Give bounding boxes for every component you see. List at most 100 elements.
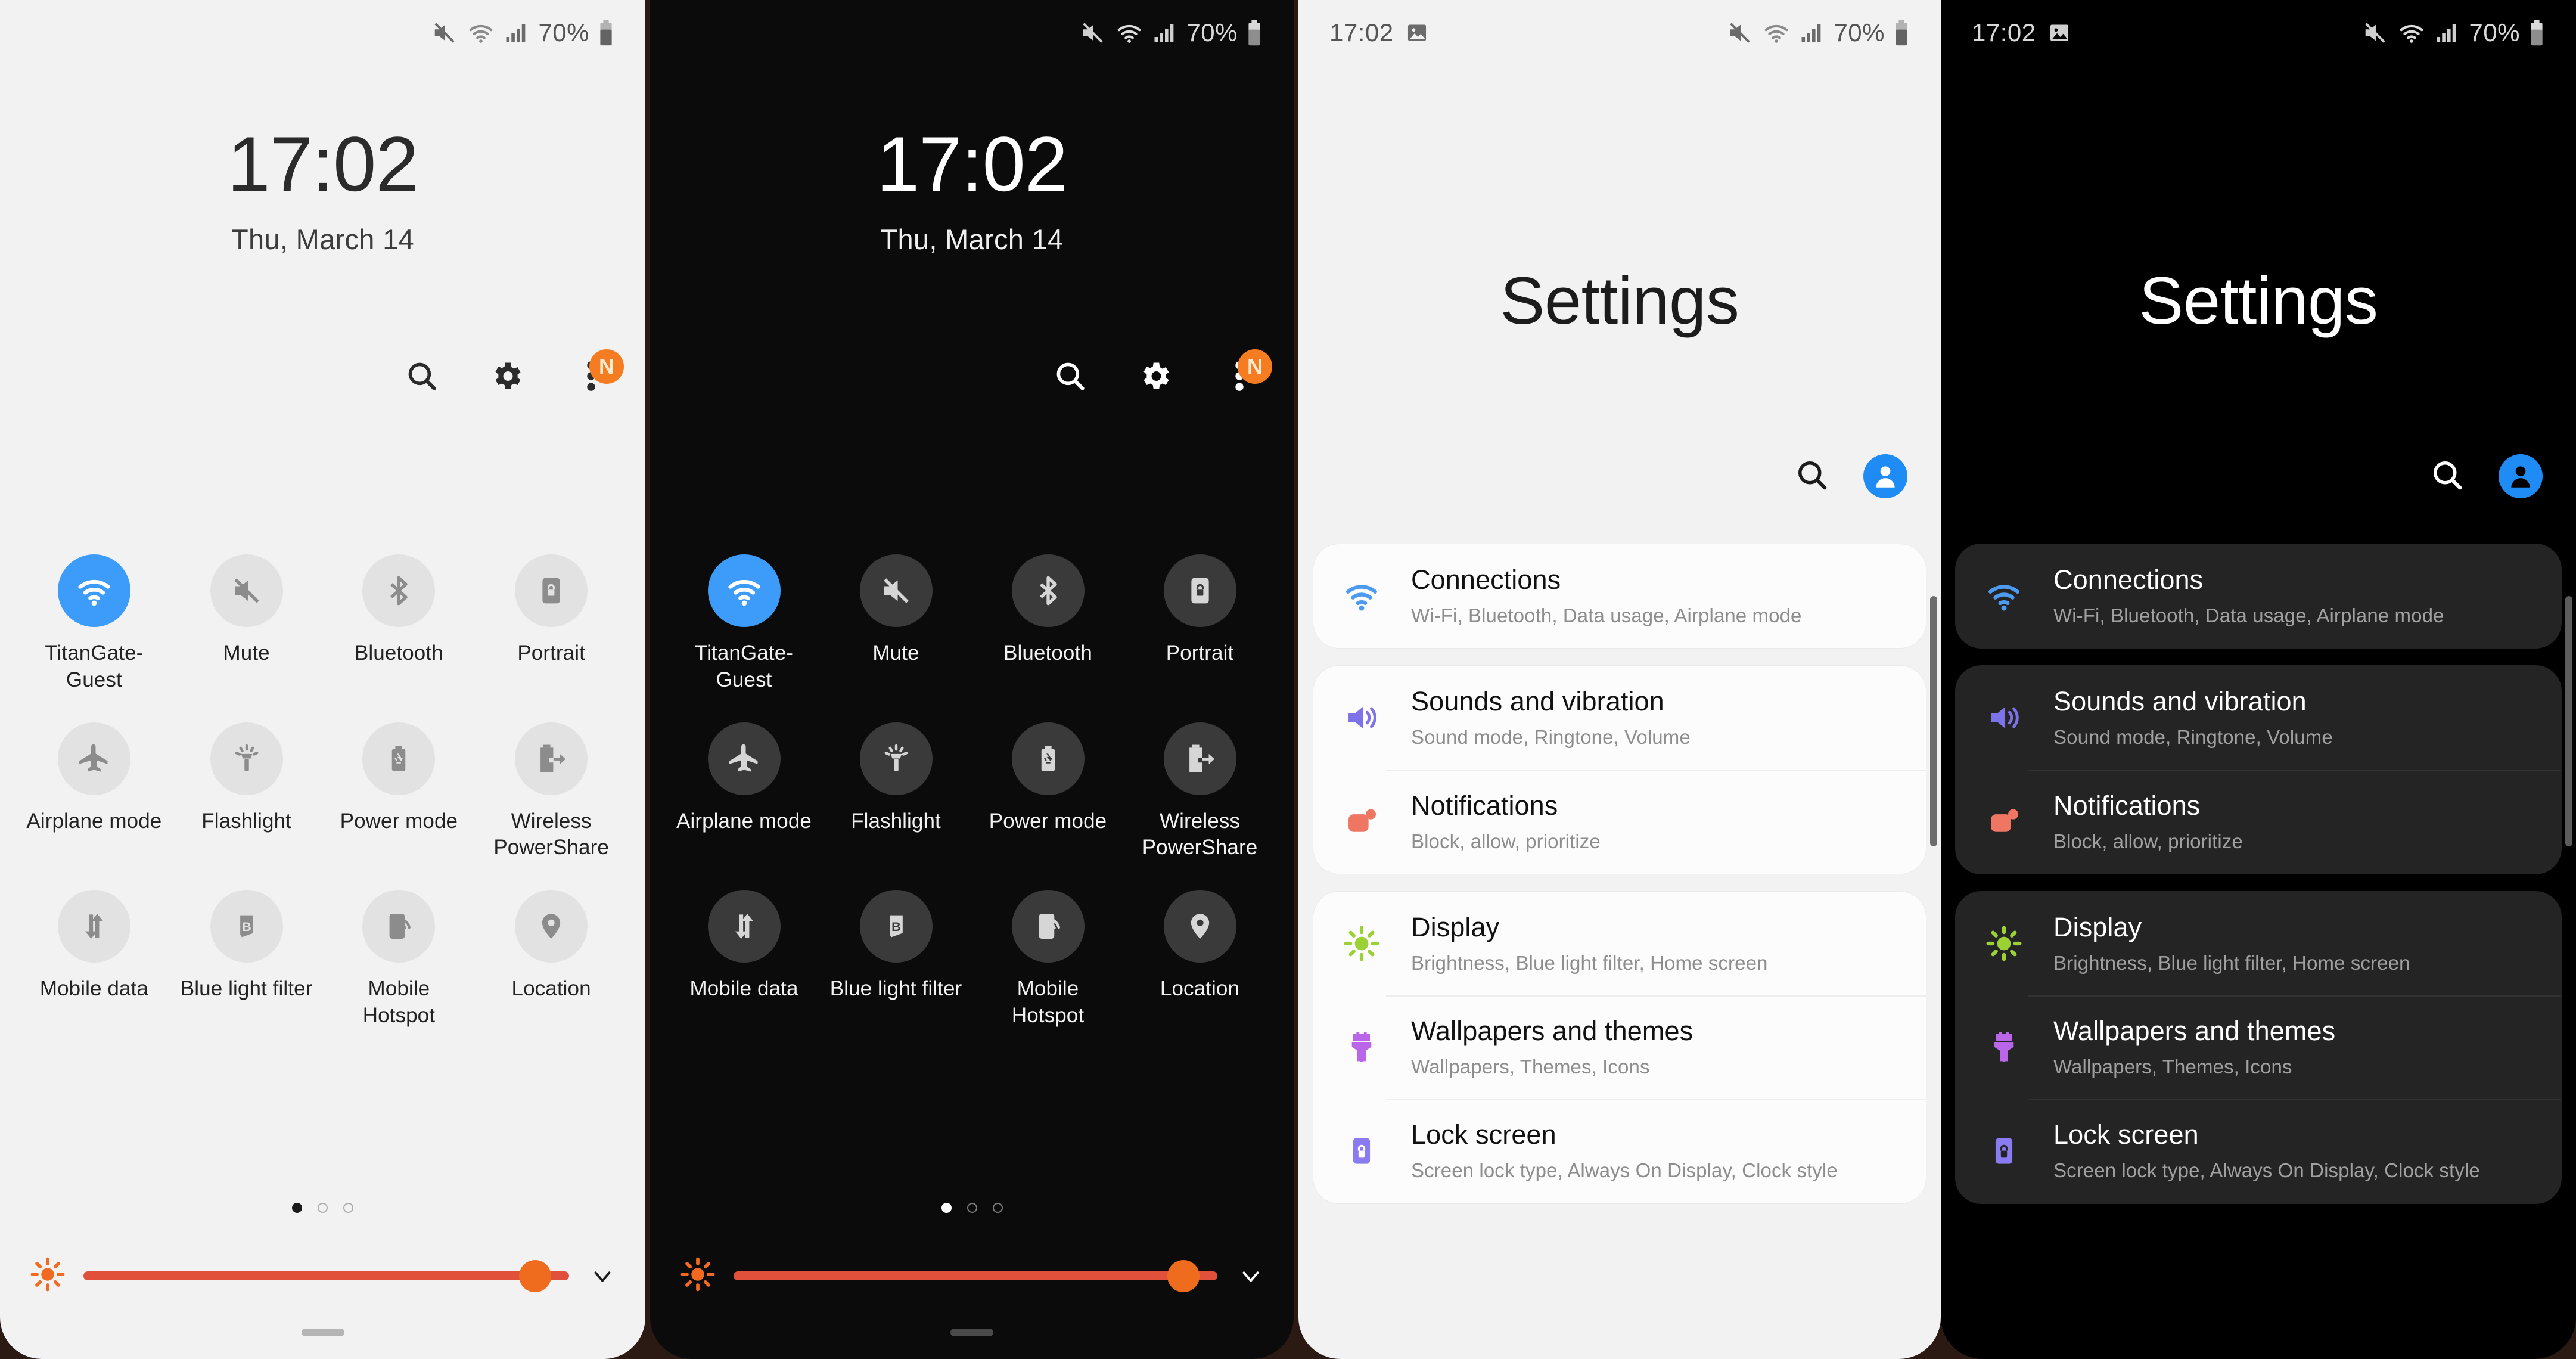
brightness-slider-thumb[interactable] <box>1167 1259 1200 1292</box>
search-icon[interactable] <box>1794 457 1830 496</box>
search-icon[interactable] <box>403 358 440 395</box>
brightness-slider-thumb[interactable] <box>518 1259 551 1292</box>
tile-wifi[interactable]: TitanGate-Guest <box>668 554 820 694</box>
page-title: Settings <box>1500 263 1739 338</box>
tile-blue-light-filter[interactable]: B Blue light filter <box>820 890 972 1029</box>
settings-row-sounds-and-vibration[interactable]: Sounds and vibration Sound mode, Rington… <box>1956 666 2561 770</box>
clock-time: 17:02 <box>876 120 1068 207</box>
brightness-slider[interactable] <box>83 1259 569 1292</box>
chevron-down-icon[interactable] <box>1235 1261 1266 1292</box>
quick-settings-tiles: TitanGate-Guest Mute Bluetooth Portrait <box>0 554 645 1029</box>
tile-label: Airplane mode <box>676 809 812 833</box>
clock-time: 17:02 <box>227 120 418 207</box>
status-time: 17:02 <box>1329 18 1394 46</box>
tile-bluetooth[interactable]: Bluetooth <box>323 554 476 694</box>
scrollbar[interactable] <box>2565 596 2572 846</box>
search-icon[interactable] <box>2429 457 2465 496</box>
page-dot[interactable] <box>292 1203 302 1213</box>
tile-label: Flashlight <box>201 809 292 833</box>
more-options-icon[interactable]: N <box>573 349 624 395</box>
settings-row-notifications[interactable]: Notifications Block, allow, prioritize <box>1313 770 1926 874</box>
tile-location[interactable]: Location <box>475 890 627 1029</box>
settings-row-title: Lock screen <box>1411 1119 1556 1150</box>
quick-settings-tiles: TitanGate-Guest Mute Bluetooth Portrait <box>650 554 1294 1029</box>
battery-percent-label: 70% <box>1834 18 1885 46</box>
settings-row-lock-screen[interactable]: Lock screen Screen lock type, Always On … <box>1313 1099 1926 1203</box>
tile-label: TitanGate-Guest <box>694 641 794 691</box>
brightness-slider[interactable] <box>734 1259 1217 1292</box>
tile-wireless-powershare[interactable]: Wireless PowerShare <box>1124 722 1276 862</box>
settings-panel-light: 17:02 70% Settings Connections Wi-Fi, Bl… <box>1298 0 1941 1359</box>
airplane-icon <box>707 722 781 795</box>
settings-row-notifications[interactable]: Notifications Block, allow, prioritize <box>1956 770 2561 874</box>
page-indicator-dots <box>650 1203 1294 1213</box>
flashlight-icon <box>859 722 933 795</box>
settings-row-title: Lock screen <box>2053 1119 2199 1150</box>
settings-row-connections[interactable]: Connections Wi-Fi, Bluetooth, Data usage… <box>1313 544 1926 648</box>
page-dot[interactable] <box>941 1203 952 1213</box>
tile-portrait[interactable]: Portrait <box>1124 554 1276 694</box>
tile-power-mode[interactable]: Power mode <box>972 722 1124 862</box>
search-icon[interactable] <box>1052 358 1089 395</box>
tile-mobile-data[interactable]: Mobile data <box>18 890 170 1029</box>
tile-mobile-data[interactable]: Mobile data <box>668 890 820 1029</box>
gear-icon[interactable] <box>1136 358 1173 395</box>
tile-portrait[interactable]: Portrait <box>475 554 627 694</box>
tile-wifi[interactable]: TitanGate-Guest <box>18 554 170 694</box>
home-indicator[interactable] <box>301 1329 344 1336</box>
page-dot[interactable] <box>343 1203 353 1213</box>
account-avatar[interactable] <box>2499 454 2543 498</box>
notification-icon <box>1337 803 1386 840</box>
settings-row-wallpapers-and-themes[interactable]: Wallpapers and themes Wallpapers, Themes… <box>1313 995 1926 1099</box>
settings-group: Connections Wi-Fi, Bluetooth, Data usage… <box>1313 544 1926 649</box>
tile-flashlight[interactable]: Flashlight <box>820 722 972 862</box>
tile-airplane-mode[interactable]: Airplane mode <box>18 722 170 862</box>
tile-flashlight[interactable]: Flashlight <box>170 722 323 862</box>
tile-airplane-mode[interactable]: Airplane mode <box>668 722 820 862</box>
settings-row-title: Notifications <box>1411 790 1558 821</box>
quick-settings-panel-light: 70% 17:02 Thu, March 14 N TitanGate-Gues… <box>0 0 645 1359</box>
settings-row-title: Display <box>2053 911 2142 942</box>
tile-mute[interactable]: Mute <box>170 554 323 694</box>
tile-wireless-powershare[interactable]: Wireless PowerShare <box>475 722 627 862</box>
tile-mobile-hotspot[interactable]: Mobile Hotspot <box>323 890 476 1029</box>
page-dot[interactable] <box>992 1203 1003 1213</box>
tile-label: Wireless PowerShare <box>493 809 609 860</box>
tile-label: TitanGate-Guest <box>45 641 144 691</box>
home-indicator[interactable] <box>950 1329 993 1336</box>
tile-label: Portrait <box>1166 641 1234 665</box>
scrollbar[interactable] <box>1930 596 1937 846</box>
account-avatar[interactable] <box>1863 454 1907 498</box>
settings-list: Connections Wi-Fi, Bluetooth, Data usage… <box>1955 544 2562 1359</box>
tile-mobile-hotspot[interactable]: Mobile Hotspot <box>972 890 1124 1029</box>
tile-bluetooth[interactable]: Bluetooth <box>972 554 1124 694</box>
settings-group: Sounds and vibration Sound mode, Rington… <box>1955 665 2562 874</box>
quick-settings-actions: N <box>1052 349 1272 395</box>
settings-row-title: Sounds and vibration <box>2053 686 2307 717</box>
paint-brush-icon <box>1337 1029 1386 1066</box>
tile-mute[interactable]: Mute <box>820 554 972 694</box>
page-dot[interactable] <box>967 1203 977 1213</box>
battery-percent-label: 70% <box>538 18 589 46</box>
tile-power-mode[interactable]: Power mode <box>323 722 476 862</box>
gallery-icon <box>2048 21 2071 44</box>
signal-icon <box>1152 20 1178 45</box>
tile-blue-light-filter[interactable]: B Blue light filter <box>170 890 323 1029</box>
settings-row-display[interactable]: Display Brightness, Blue light filter, H… <box>1956 892 2561 995</box>
settings-row-connections[interactable]: Connections Wi-Fi, Bluetooth, Data usage… <box>1956 544 2561 648</box>
battery-icon <box>1893 19 1910 46</box>
brightness-sun-icon <box>680 1256 716 1295</box>
tile-location[interactable]: Location <box>1124 890 1276 1029</box>
status-badge: N <box>589 349 624 384</box>
chevron-down-icon[interactable] <box>587 1261 618 1292</box>
more-options-icon[interactable]: N <box>1221 349 1272 395</box>
settings-header-actions <box>1794 454 1907 498</box>
settings-row-sounds-and-vibration[interactable]: Sounds and vibration Sound mode, Rington… <box>1313 666 1926 770</box>
bluetooth-icon <box>362 554 436 627</box>
settings-row-wallpapers-and-themes[interactable]: Wallpapers and themes Wallpapers, Themes… <box>1956 995 2561 1099</box>
page-dot[interactable] <box>318 1203 328 1213</box>
settings-row-display[interactable]: Display Brightness, Blue light filter, H… <box>1313 892 1926 995</box>
settings-row-lock-screen[interactable]: Lock screen Screen lock type, Always On … <box>1956 1099 2561 1203</box>
gear-icon[interactable] <box>488 358 525 395</box>
settings-row-subtitle: Wi-Fi, Bluetooth, Data usage, Airplane m… <box>2053 604 2444 626</box>
